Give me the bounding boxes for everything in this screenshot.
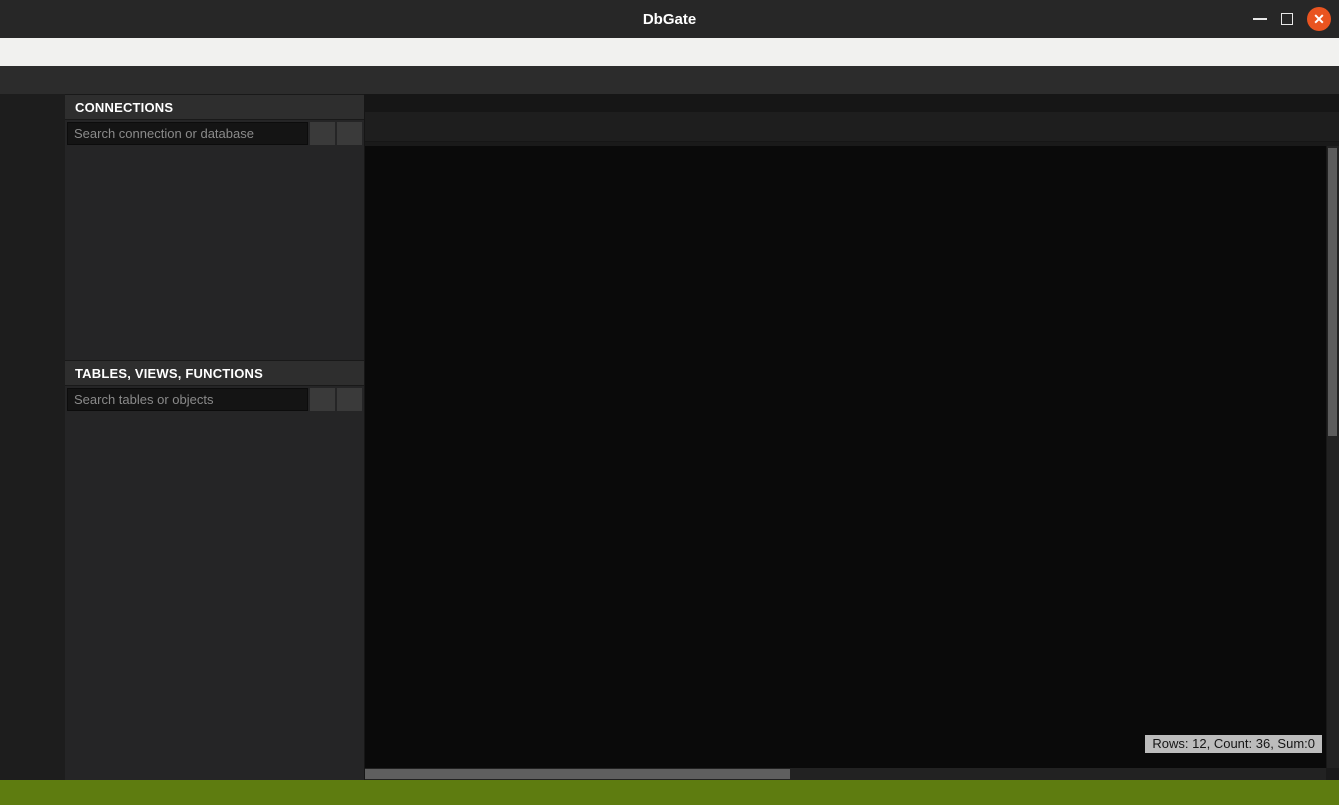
tables-search-row (65, 386, 364, 413)
tables-search-input[interactable] (67, 388, 308, 411)
app-window: DbGate ✕ CONNECTIONS TABLES, VIEWS, FUNC… (0, 0, 1339, 805)
tables-tree (65, 413, 364, 780)
connections-panel-header: CONNECTIONS (65, 94, 364, 120)
data-grid: Rows: 12, Count: 36, Sum:0 (365, 146, 1339, 768)
title-bar: DbGate ✕ (0, 0, 1339, 38)
window-title: DbGate (643, 11, 696, 28)
grid-filter-row (365, 172, 1326, 192)
content-area: Rows: 12, Count: 36, Sum:0 (365, 94, 1339, 780)
tab-group-row (365, 94, 1339, 112)
vertical-scrollbar[interactable] (1326, 146, 1339, 768)
connections-tree (65, 147, 364, 360)
tab-row (365, 112, 1339, 142)
connections-search-input[interactable] (67, 122, 308, 145)
selection-stats-overlay: Rows: 12, Count: 36, Sum:0 (1145, 735, 1322, 753)
left-panel: CONNECTIONS TABLES, VIEWS, FUNCTIONS (65, 94, 365, 780)
maximize-icon (1281, 13, 1293, 25)
maximize-button[interactable] (1281, 13, 1293, 25)
grid-inner (365, 146, 1326, 192)
horizontal-scrollbar-thumb[interactable] (365, 769, 790, 779)
toolbar (0, 66, 1339, 94)
vertical-scrollbar-thumb[interactable] (1328, 148, 1337, 436)
connections-refresh-button[interactable] (337, 122, 362, 145)
minimize-icon (1253, 18, 1267, 20)
minimize-button[interactable] (1253, 18, 1267, 20)
horizontal-scrollbar[interactable] (365, 768, 1326, 780)
main-area: CONNECTIONS TABLES, VIEWS, FUNCTIONS (0, 94, 1339, 780)
window-controls: ✕ (1253, 0, 1331, 38)
close-button[interactable]: ✕ (1307, 7, 1331, 31)
connections-search-row (65, 120, 364, 147)
status-bar (0, 780, 1339, 805)
menu-bar (0, 38, 1339, 66)
add-connection-plus-button[interactable] (310, 122, 335, 145)
tables-refresh-button[interactable] (337, 388, 362, 411)
sidebar-icon-strip (0, 94, 65, 780)
tables-plus-button[interactable] (310, 388, 335, 411)
tables-panel-header: TABLES, VIEWS, FUNCTIONS (65, 360, 364, 386)
grid-header-row (365, 146, 1326, 172)
